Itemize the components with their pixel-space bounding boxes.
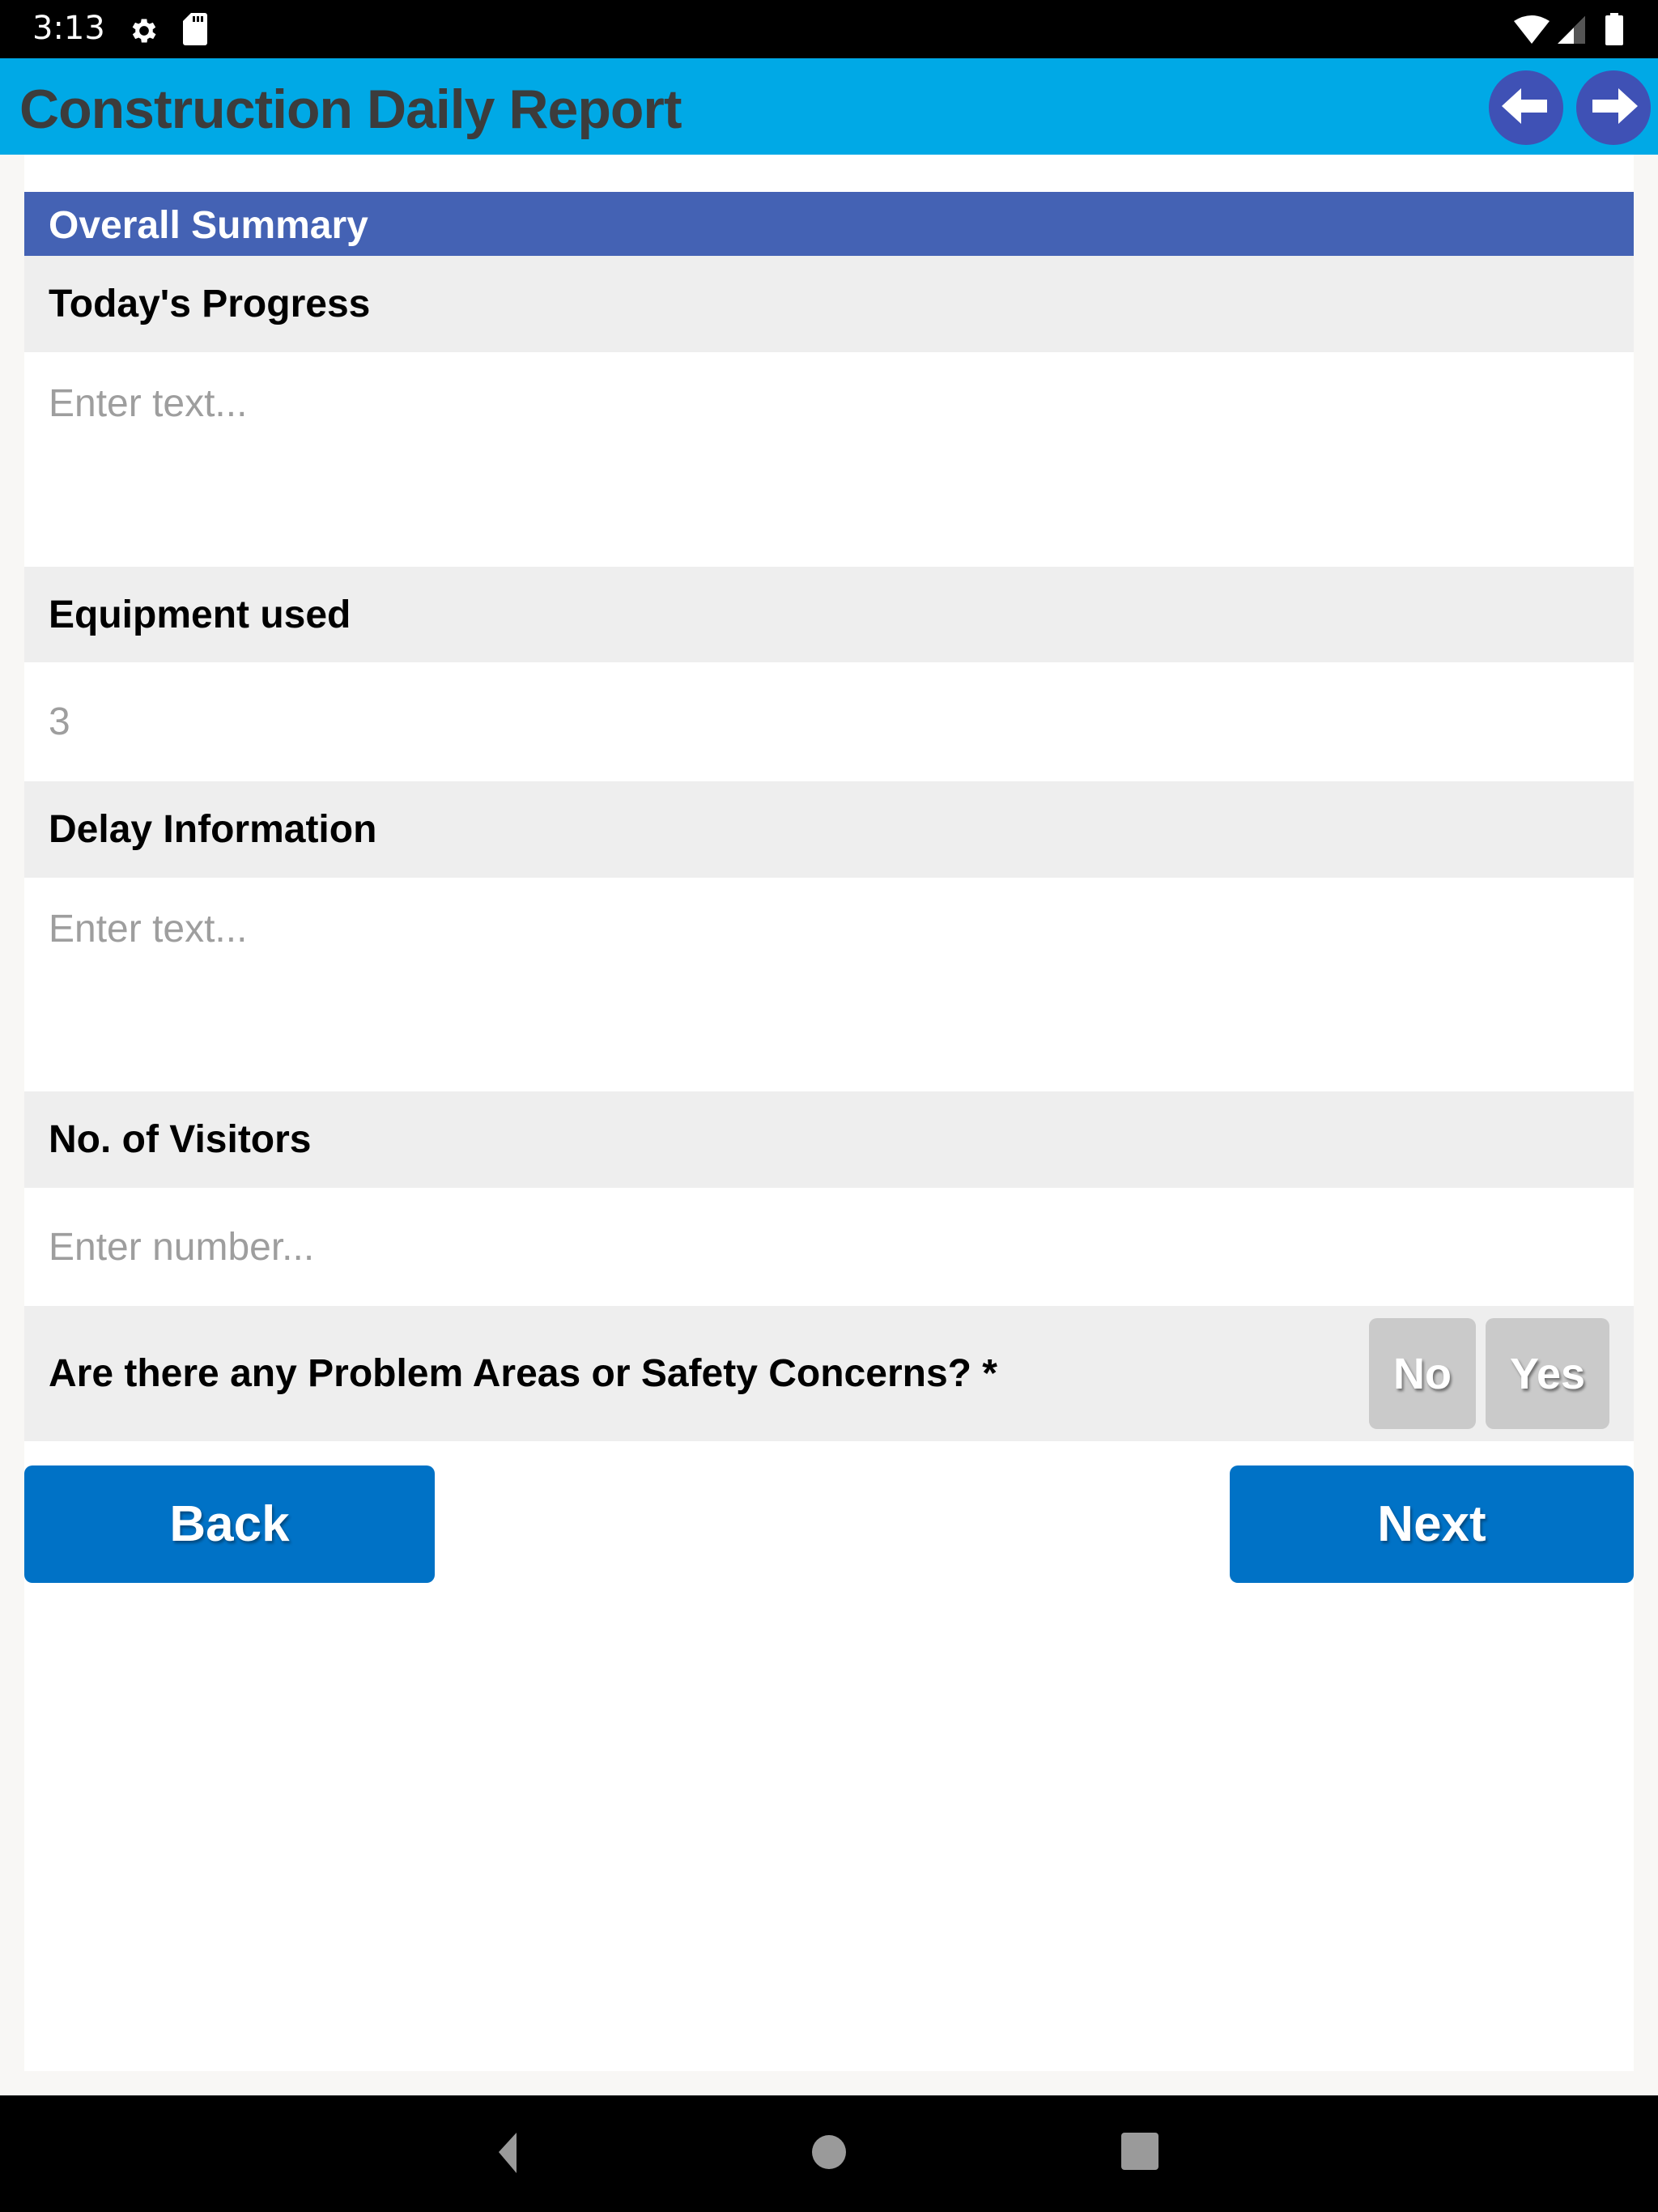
sd-card-icon [183,13,207,49]
triangle-back-icon[interactable] [499,2133,518,2177]
previous-page-button[interactable] [1489,70,1563,145]
no-option-button[interactable]: No [1369,1318,1476,1429]
app-bar: Construction Daily Report [0,58,1658,155]
field-label-equipment-used: Equipment used [24,567,1634,662]
equipment-used-input[interactable] [24,662,1634,781]
battery-icon [1605,13,1623,49]
field-label-text: Today's Progress [49,283,371,325]
back-button[interactable]: Back [24,1465,435,1583]
delay-information-input[interactable] [24,878,1634,1091]
status-bar: 3:13 [0,0,1658,58]
wifi-icon [1514,15,1550,48]
system-nav-bar [0,2095,1658,2212]
field-label-text: Delay Information [49,808,377,851]
circle-home-icon[interactable] [812,2134,846,2174]
todays-progress-input[interactable] [24,352,1634,567]
square-recents-icon[interactable] [1121,2133,1158,2174]
gear-icon [128,15,160,51]
arrow-right-icon [1589,86,1638,130]
yes-option-button[interactable]: Yes [1486,1318,1609,1429]
question-label: Are there any Problem Areas or Safety Co… [49,1352,997,1395]
no-of-visitors-input[interactable] [24,1188,1634,1306]
field-label-delay-information: Delay Information [24,781,1634,878]
section-header: Overall Summary [24,192,1634,256]
field-label-text: Equipment used [49,593,351,636]
app-title: Construction Daily Report [19,79,682,140]
next-button[interactable]: Next [1230,1465,1634,1583]
arrow-left-icon [1502,86,1550,130]
field-label-no-of-visitors: No. of Visitors [24,1091,1634,1188]
signal-icon [1558,16,1585,48]
field-label-text: No. of Visitors [49,1118,312,1161]
field-label-todays-progress: Today's Progress [24,256,1634,352]
status-time: 3:13 [32,10,105,47]
next-page-button[interactable] [1576,70,1651,145]
